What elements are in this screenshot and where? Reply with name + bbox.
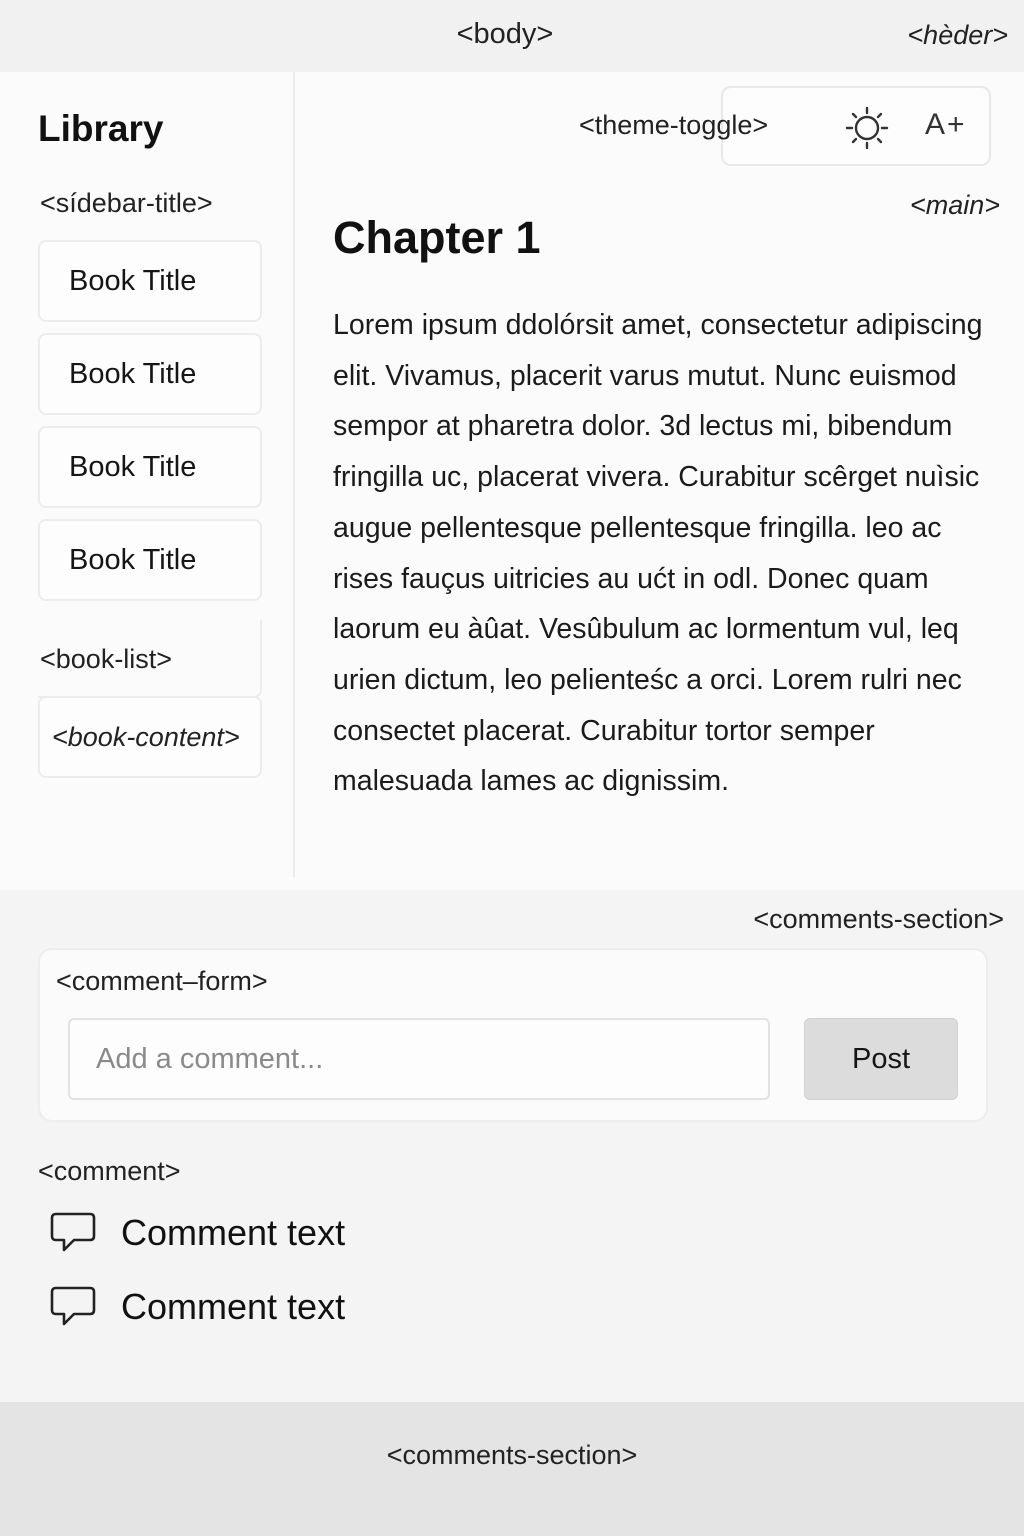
comment-text: Comment text: [121, 1286, 346, 1327]
book-item[interactable]: Book Title: [38, 426, 262, 508]
comment-form: <comment–form> Post: [38, 948, 988, 1122]
comment-form-label: <comment–form>: [56, 966, 268, 996]
book-item[interactable]: Book Title: [38, 333, 262, 415]
body-label: <body>: [456, 18, 554, 50]
content-area: Library <sídebar-title> Book Title Book …: [0, 72, 1024, 890]
sidebar: Library <sídebar-title> Book Title Book …: [0, 72, 295, 877]
main-area: <theme-toggle> A+ <main> Chapter 1 Lorem…: [297, 72, 1024, 890]
comment-input[interactable]: [68, 1018, 770, 1100]
font-size-button[interactable]: A+: [925, 108, 967, 142]
header-label: <hèder>: [907, 20, 1008, 50]
comment-label: <comment>: [38, 1156, 181, 1186]
post-button[interactable]: Post: [804, 1018, 958, 1100]
book-list-label: <book-list>: [40, 644, 173, 674]
sidebar-title-label: <sídebar-title>: [40, 188, 213, 218]
theme-toggle-label: <theme-toggle>: [579, 110, 769, 140]
sun-icon[interactable]: [845, 106, 889, 150]
comments-section: <comments-section> <comment–form> Post <…: [0, 890, 1024, 1402]
book-content-item[interactable]: <book-content>: [38, 696, 262, 778]
comments-section-label: <comments-section>: [753, 904, 1004, 934]
top-bar: <body> <hèder>: [0, 0, 1024, 72]
comment-text: Comment text: [121, 1212, 346, 1253]
footer: <comments-section>: [0, 1402, 1024, 1536]
comment-item: Comment text: [50, 1284, 345, 1330]
speech-bubble-icon: [50, 1286, 96, 1326]
comment-item: Comment text: [50, 1210, 345, 1256]
speech-bubble-icon: [50, 1212, 96, 1252]
book-list: Book Title Book Title Book Title Book Ti…: [38, 240, 262, 612]
sidebar-heading: Library: [38, 108, 164, 149]
main-label: <main>: [909, 190, 1000, 220]
footer-label: <comments-section>: [386, 1440, 638, 1470]
book-item[interactable]: Book Title: [38, 519, 262, 601]
book-item[interactable]: Book Title: [38, 240, 262, 322]
chapter-title: Chapter 1: [333, 212, 541, 263]
chapter-text: Lorem ipsum ddolórsit amet, consectetur …: [333, 309, 983, 798]
